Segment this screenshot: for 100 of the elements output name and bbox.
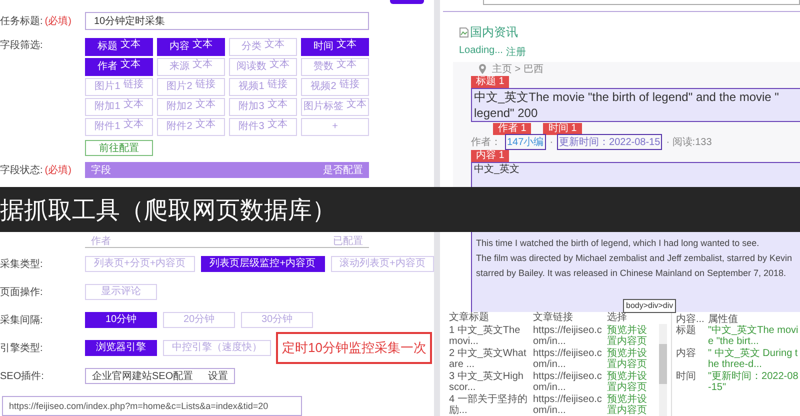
option-button[interactable]: 浏览器引擎 xyxy=(85,340,157,356)
preview-link[interactable]: 预览并设置内容页 xyxy=(607,394,655,416)
field-toggle[interactable]: 图片1 链接 xyxy=(85,78,153,96)
table-cell-text: https://feijiseo.com/in... xyxy=(533,325,603,347)
field-toggle[interactable]: 视频1 链接 xyxy=(229,78,297,96)
author-link[interactable]: 147小编 xyxy=(505,134,546,150)
field-toggle[interactable]: 时间 文本 xyxy=(301,38,369,56)
field-label: 引擎类型: xyxy=(0,342,43,355)
read-count: · 阅读:133 xyxy=(666,136,712,149)
field-toggle[interactable]: 附件1 文本 xyxy=(85,118,153,136)
column-header: 字段 xyxy=(91,164,111,177)
field-tag: 标题 1 xyxy=(471,76,510,88)
column-header: 文章标题 xyxy=(449,312,489,323)
separator: · xyxy=(550,136,554,148)
field-toggle[interactable]: 图片标签 文本 xyxy=(301,98,369,116)
field-toggle[interactable]: 赞数 文本 xyxy=(301,58,369,76)
add-field-button[interactable]: + xyxy=(301,118,369,136)
status-value: 已配置 xyxy=(333,234,363,248)
field-label: SEO插件: xyxy=(0,370,44,383)
status-field: 作者 xyxy=(91,234,111,248)
preview-link[interactable]: 预览并设置内容页 xyxy=(607,371,655,393)
option-button[interactable]: 显示评论 xyxy=(85,284,157,300)
field-label: 字段筛选: xyxy=(0,38,43,52)
broken-image-icon xyxy=(459,27,469,38)
field-toggle[interactable]: 附件2 文本 xyxy=(157,118,225,136)
table-cell-text: https://feijiseo.com/in... xyxy=(533,371,603,393)
scrollbar[interactable] xyxy=(659,324,667,416)
field-type-tag: 文本 xyxy=(120,60,140,70)
author-label: 作者： xyxy=(471,136,501,149)
field-toggle[interactable]: 附加3 文本 xyxy=(229,98,297,116)
breadcrumb: 主页 > 巴西 xyxy=(492,62,544,76)
annotation-callout: 定时10分钟监控采集一次 xyxy=(276,332,432,364)
field-toggle[interactable]: 阅读数 文本 xyxy=(229,58,297,76)
option-button[interactable]: 中控引擎（速度快） xyxy=(163,340,271,356)
option-button[interactable]: 20分钟 xyxy=(163,312,235,328)
column-header: 属性值 xyxy=(708,312,739,324)
field-toggle[interactable]: 来源 文本 xyxy=(157,58,225,76)
field-type-tag: 文本 xyxy=(264,40,284,50)
option-button[interactable]: 30分钟 xyxy=(241,312,313,328)
field-toggle[interactable]: 附件3 文本 xyxy=(229,118,297,136)
field-toggle[interactable]: 附加1 文本 xyxy=(85,98,153,116)
field-type-tag: 文本 xyxy=(195,120,216,130)
field-type-tag: 链接 xyxy=(123,80,144,90)
field-type-tag: 文本 xyxy=(270,60,290,70)
option-button[interactable]: 10分钟 xyxy=(85,312,157,328)
table-cell-text: https://feijiseo.com/in... xyxy=(533,348,603,370)
field-label: 采集类型: xyxy=(0,258,43,271)
loading-text: Loading... xyxy=(459,45,503,58)
field-toggle[interactable]: 视频2 链接 xyxy=(301,78,369,96)
table-cell-text: 标题 xyxy=(676,325,697,338)
config-button[interactable]: 前往配置 xyxy=(85,140,153,156)
preview-link[interactable]: 预览并设置内容页 xyxy=(607,348,655,370)
field-toggle[interactable]: 图片2 链接 xyxy=(157,78,225,96)
table-cell-text: https://feijiseo.com/in... xyxy=(533,394,603,416)
field-type-tag: 文本 xyxy=(267,120,288,130)
field-value: 企业官网建站SEO配置 xyxy=(92,370,194,383)
field-type-tag: 链接 xyxy=(195,80,216,90)
field-label: 字段状态: xyxy=(0,164,43,177)
field-type-tag: 链接 xyxy=(339,80,360,90)
field-tag: 内容 1 xyxy=(471,150,510,162)
preview-link[interactable]: 预览并设置内容页 xyxy=(607,325,655,347)
field-type-tag: 文本 xyxy=(336,40,356,50)
register-link[interactable]: 注册 xyxy=(506,45,526,59)
url-field[interactable]: https://feijiseo.com/index.php?m=home&c=Lists&a=index&tid=20 xyxy=(2,396,302,416)
content-paragraph: This time I watched the birth of legend, which I had long wanted to see. xyxy=(476,238,760,248)
column-header: 文章链接 xyxy=(533,312,573,323)
content-paragraph: starred by Bailey. It was released in Chinese Mainland on September 7, 2018. xyxy=(476,268,788,278)
field-toggle[interactable]: 分类 文本 xyxy=(229,38,297,56)
field-type-tag: 文本 xyxy=(123,120,144,130)
article-title: legend" 200 xyxy=(473,105,539,121)
option-button[interactable]: 列表页层级监控+内容页 xyxy=(200,256,325,272)
required-note: (必填) xyxy=(44,164,72,177)
field-type-tag: 文本 xyxy=(192,40,212,50)
field-type-tag: 文本 xyxy=(123,100,144,110)
column-header: 内容... xyxy=(676,312,706,324)
field-toggle[interactable]: 附加2 文本 xyxy=(157,98,225,116)
settings-button[interactable]: 设置 xyxy=(208,369,228,383)
task-title-field[interactable]: 10分钟定时采集 xyxy=(85,12,369,30)
field-type-tag: 文本 xyxy=(195,100,216,110)
caption-banner: 据抓取工具（爬取网页数据库） xyxy=(0,187,800,232)
seo-plugin-field[interactable]: 企业官网建站SEO配置 设置 xyxy=(85,368,235,384)
field-toggle[interactable]: 标题 文本 xyxy=(85,38,153,56)
field-type-tag: 文本 xyxy=(346,100,366,110)
content-text: 中文_英文 xyxy=(473,163,521,177)
field-label: 任务标题: xyxy=(0,14,43,28)
article-title: 中文_英文The movie "the birth of legend" and the movie " xyxy=(473,89,780,105)
image-alt-text: 国内资讯 xyxy=(470,24,518,41)
field-toggle[interactable]: 内容 文本 xyxy=(157,38,225,56)
selector-tooltip: body>div>div xyxy=(623,299,676,313)
field-type-tag: 文本 xyxy=(336,60,356,70)
field-label: 页面操作: xyxy=(0,286,43,299)
header-button[interactable] xyxy=(390,0,424,4)
option-button[interactable]: 列表页+分页+内容页 xyxy=(85,256,195,272)
field-label: 采集间隔: xyxy=(0,314,43,327)
address-field[interactable] xyxy=(483,0,800,5)
field-type-tag: 文本 xyxy=(120,40,140,50)
field-tag: 时间 1 xyxy=(543,123,582,135)
update-time: 更新时间：2022-08-15 xyxy=(557,134,662,150)
field-toggle[interactable]: 作者 文本 xyxy=(85,58,153,76)
option-button[interactable]: 滚动列表页+内容页 xyxy=(330,256,434,272)
